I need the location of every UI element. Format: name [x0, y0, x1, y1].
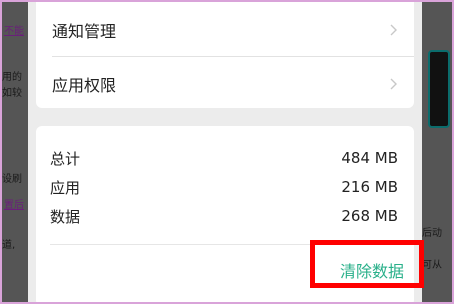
background-text: 道, — [2, 240, 16, 251]
background-text: 如较 — [2, 88, 22, 99]
app-info-sheet: 通知管理 应用权限 总计 484 MB 应用 216 MB 数据 268 MB … — [28, 2, 422, 302]
background-thumbnail — [428, 50, 450, 128]
storage-app-value: 216 MB — [341, 178, 398, 196]
background-text: 可从 — [422, 260, 442, 271]
settings-card: 通知管理 应用权限 — [36, 2, 414, 108]
background-text: 设刷 — [2, 174, 22, 185]
background-page-left: 不能 用的 如较 设刷 置后 道, — [2, 2, 28, 302]
storage-card: 总计 484 MB 应用 216 MB 数据 268 MB 清除数据 — [36, 126, 414, 302]
storage-total-value: 484 MB — [341, 149, 398, 167]
storage-data-value: 268 MB — [341, 207, 398, 225]
chevron-right-icon — [390, 78, 397, 90]
background-text: 置后 — [4, 200, 24, 211]
storage-data-label: 数据 — [50, 207, 81, 226]
background-text: 用的 — [2, 72, 22, 83]
app-permissions-label: 应用权限 — [52, 76, 117, 95]
divider — [50, 244, 414, 245]
clear-data-button[interactable]: 清除数据 — [340, 258, 404, 282]
storage-total-row: 总计 484 MB — [50, 144, 398, 172]
storage-app-row: 应用 216 MB — [50, 173, 398, 201]
storage-app-label: 应用 — [50, 178, 81, 197]
chevron-right-icon — [390, 24, 397, 36]
notification-management-item[interactable]: 通知管理 — [36, 4, 414, 56]
background-text: 不能 — [4, 26, 24, 37]
storage-data-row: 数据 268 MB — [50, 202, 398, 230]
background-text: 后动 — [422, 228, 442, 239]
background-page-right: 后动 可从 — [418, 2, 452, 302]
notification-management-label: 通知管理 — [52, 22, 117, 41]
divider — [52, 56, 414, 57]
app-permissions-item[interactable]: 应用权限 — [36, 58, 414, 110]
storage-total-label: 总计 — [50, 149, 81, 168]
screenshot-frame: 不能 用的 如较 设刷 置后 道, 后动 可从 通知管理 应用权限 总计 484… — [0, 0, 454, 304]
